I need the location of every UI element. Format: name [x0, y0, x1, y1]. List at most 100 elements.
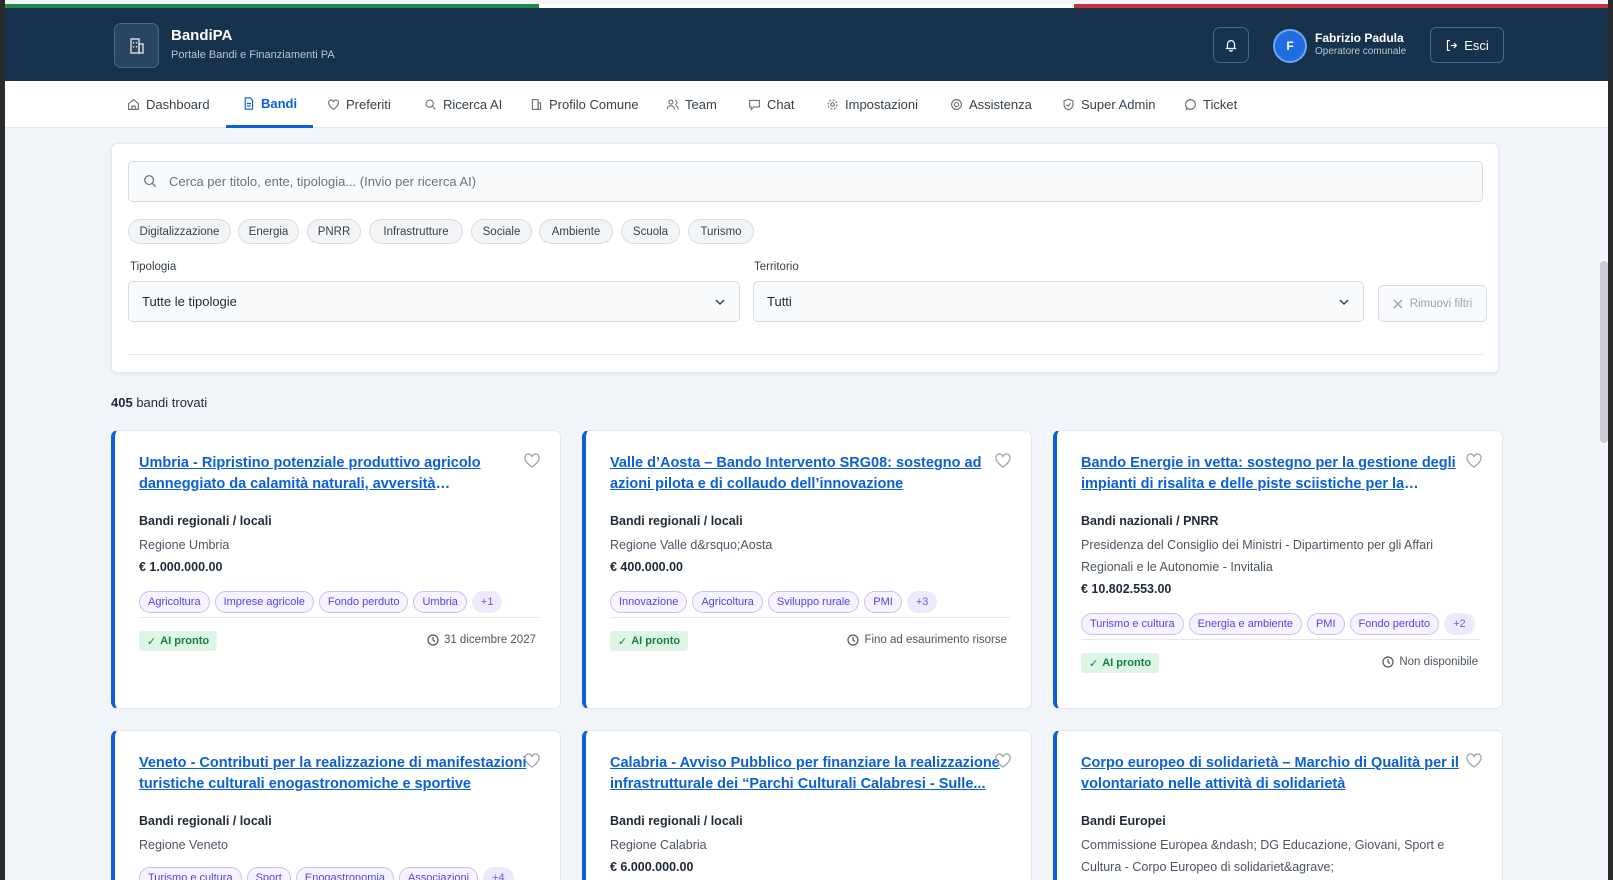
user-name: Fabrizio Padula: [1315, 31, 1404, 45]
bando-type: Bandi Europei: [1081, 814, 1166, 828]
bando-card[interactable]: Calabria - Avviso Pubblico per finanziar…: [582, 730, 1032, 880]
chip-digitalizzazione[interactable]: Digitalizzazione: [128, 219, 231, 244]
chevron-down-icon: [715, 299, 725, 306]
nav-label: Preferiti: [346, 97, 391, 112]
nav-label: Profilo Comune: [549, 97, 639, 112]
brand-logo[interactable]: [114, 23, 159, 68]
chip-energia[interactable]: Energia: [238, 219, 299, 244]
bando-tags: Agricoltura Imprese agricole Fondo perdu…: [139, 591, 503, 613]
bando-card[interactable]: Veneto - Contributi per la realizzazione…: [111, 730, 561, 880]
nav-preferiti[interactable]: Preferiti: [327, 81, 391, 128]
results-number: 405: [111, 395, 133, 410]
bando-deadline: Fino ad esaurimento risorse: [847, 634, 1007, 646]
bando-ente: Regione Calabria: [610, 838, 707, 852]
nav-label: Bandi: [261, 95, 298, 111]
home-icon: [128, 98, 139, 110]
tag-more[interactable]: +2: [1444, 613, 1475, 635]
bando-ente: Presidenza del Consiglio dei Ministri - …: [1081, 538, 1434, 574]
ai-badge-label: AI pronto: [160, 635, 210, 647]
clock-icon: [427, 634, 439, 646]
chip-scuola[interactable]: Scuola: [621, 219, 680, 244]
bando-tags: Innovazione Agricoltura Sviluppo rurale …: [610, 591, 938, 613]
deadline-label: 31 dicembre 2027: [443, 634, 536, 646]
logout-button[interactable]: Esci: [1430, 27, 1504, 63]
nav-team[interactable]: Team: [666, 81, 717, 128]
nav-label: Team: [685, 97, 717, 112]
bando-type: Bandi regionali / locali: [610, 814, 743, 828]
reset-filters-button[interactable]: Rimuovi filtri: [1378, 285, 1487, 322]
avatar[interactable]: F: [1273, 29, 1307, 63]
notifications-button[interactable]: [1213, 27, 1249, 63]
bando-type: Bandi regionali / locali: [139, 514, 272, 528]
bando-title-link[interactable]: Valle d’Aosta – Bando Intervento SRG08: …: [610, 453, 1000, 495]
favorite-heart-icon[interactable]: [524, 753, 540, 768]
bando-title-link[interactable]: Veneto - Contributi per la realizzazione…: [139, 753, 529, 795]
tag-more[interactable]: +3: [906, 591, 938, 613]
search-input[interactable]: [169, 162, 1469, 201]
favorite-heart-icon[interactable]: [1466, 453, 1482, 468]
tag-more[interactable]: +1: [471, 591, 503, 613]
tag: PMI: [1306, 613, 1345, 635]
nav-assistenza[interactable]: Assistenza: [950, 81, 1032, 128]
tag: PMI: [864, 591, 902, 613]
lifebuoy-icon: [951, 99, 962, 110]
bando-title-link[interactable]: Bando Energie in vetta: sostegno per la …: [1081, 453, 1471, 495]
bando-title-link[interactable]: Corpo europeo di solidarietà – Marchio d…: [1081, 753, 1471, 795]
logout-icon: [1447, 39, 1458, 51]
chip-infrastrutture[interactable]: Infrastrutture: [369, 219, 463, 244]
nav-ticket[interactable]: Ticket: [1184, 81, 1237, 128]
nav-dashboard[interactable]: Dashboard: [127, 81, 210, 128]
nav-bandi[interactable]: Bandi: [226, 81, 314, 128]
tag-more[interactable]: +4: [483, 867, 514, 880]
search-box[interactable]: [128, 161, 1483, 202]
tag: Imprese agricole: [214, 591, 314, 613]
filters-panel: Digitalizzazione Energia PNRR Infrastrut…: [111, 143, 1499, 373]
ai-ready-badge: ✓ AI pronto: [610, 631, 689, 651]
ai-badge-label: AI pronto: [631, 635, 681, 647]
brand-subtitle: Portale Bandi e Finanziamenti PA: [171, 49, 335, 61]
territorio-value: Tutti: [767, 294, 792, 309]
page-scrollbar[interactable]: [1600, 261, 1608, 443]
territorio-select[interactable]: Tutti: [753, 281, 1364, 322]
nav-label: Super Admin: [1081, 97, 1156, 112]
ai-badge-label: AI pronto: [1102, 657, 1152, 669]
tag: Umbria: [413, 591, 467, 613]
chip-ambiente[interactable]: Ambiente: [539, 219, 613, 244]
bando-title-link[interactable]: Calabria - Avviso Pubblico per finanziar…: [610, 753, 1000, 795]
favorite-heart-icon[interactable]: [524, 453, 540, 468]
nav-ricerca-ai[interactable]: Ricerca AI: [424, 81, 502, 128]
bando-card[interactable]: Corpo europeo di solidarietà – Marchio d…: [1053, 730, 1503, 880]
heart-icon: [328, 99, 339, 111]
bando-type: Bandi regionali / locali: [139, 814, 272, 828]
favorite-heart-icon[interactable]: [995, 453, 1011, 468]
deadline-label: Fino ad esaurimento risorse: [864, 634, 1007, 646]
chip-turismo[interactable]: Turismo: [688, 219, 754, 244]
nav-impostazioni[interactable]: Impostazioni: [826, 81, 918, 128]
nav-chat[interactable]: Chat: [748, 81, 794, 128]
nav-super-admin[interactable]: Super Admin: [1062, 81, 1155, 128]
bell-icon: [1225, 40, 1237, 52]
card-divider: [139, 617, 539, 618]
bando-card[interactable]: Valle d’Aosta – Bando Intervento SRG08: …: [582, 430, 1032, 709]
building-icon: [129, 37, 144, 54]
bando-ente: Regione Veneto: [139, 838, 228, 852]
nav-profilo-comune[interactable]: Profilo Comune: [530, 81, 639, 128]
bando-type: Bandi regionali / locali: [610, 514, 743, 528]
check-icon: ✓: [618, 635, 628, 648]
tag: Innovazione: [610, 591, 688, 613]
nav-label: Ticket: [1203, 97, 1238, 112]
bando-card[interactable]: Umbria - Ripristino potenziale produttiv…: [111, 430, 561, 709]
bando-card[interactable]: Bando Energie in vetta: sostegno per la …: [1053, 430, 1503, 709]
favorite-heart-icon[interactable]: [995, 753, 1011, 768]
bando-amount: € 10.802.553.00: [1081, 582, 1172, 596]
gear-icon: [827, 99, 838, 110]
tag: Agricoltura: [139, 591, 210, 613]
chip-pnrr[interactable]: PNRR: [307, 219, 361, 244]
tag: Sport: [246, 867, 291, 880]
users-icon: [666, 99, 679, 110]
search-icon: [143, 174, 157, 193]
bando-title-link[interactable]: Umbria - Ripristino potenziale produttiv…: [139, 453, 529, 495]
chip-sociale[interactable]: Sociale: [471, 219, 532, 244]
tipologia-select[interactable]: Tutte le tipologie: [128, 281, 740, 322]
favorite-heart-icon[interactable]: [1466, 753, 1482, 768]
